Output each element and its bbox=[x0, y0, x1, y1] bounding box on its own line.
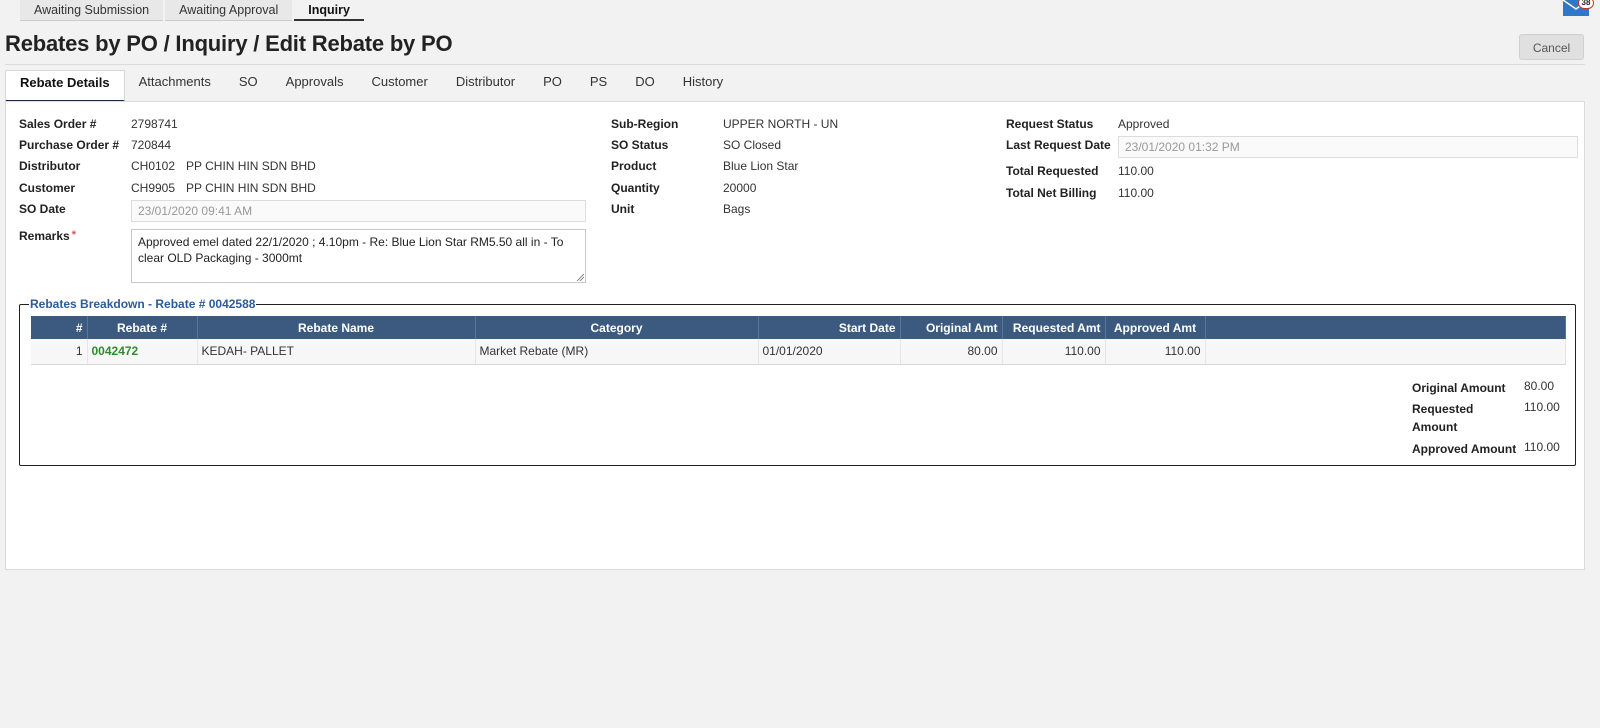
so-date-field[interactable]: 23/01/2020 09:41 AM bbox=[131, 200, 586, 222]
distributor-name: PP CHIN HIN SDN BHD bbox=[186, 159, 316, 173]
required-marker: * bbox=[71, 229, 76, 241]
last-request-date-label: Last Request Date bbox=[1006, 138, 1111, 152]
rebates-table: # Rebate # Rebate Name Category Start Da… bbox=[31, 316, 1566, 365]
sub-region-value: UPPER NORTH - UN bbox=[723, 117, 839, 131]
total-net-billing-label: Total Net Billing bbox=[1006, 186, 1097, 200]
col-index[interactable]: # bbox=[31, 316, 88, 339]
tab-so[interactable]: SO bbox=[225, 70, 272, 102]
so-status-value: SO Closed bbox=[723, 138, 782, 152]
remarks-label-text: Remarks bbox=[19, 229, 70, 243]
divider bbox=[5, 64, 1585, 65]
total-requested-label: Total Requested bbox=[1006, 164, 1099, 178]
tab-history[interactable]: History bbox=[669, 70, 737, 102]
customer-name: PP CHIN HIN SDN BHD bbox=[186, 181, 316, 195]
approved-amount-value: 110.00 bbox=[1524, 440, 1560, 454]
tab-rebate-details[interactable]: Rebate Details bbox=[5, 70, 125, 102]
tab-distributor[interactable]: Distributor bbox=[442, 70, 529, 102]
tab-awaiting-submission[interactable]: Awaiting Submission bbox=[20, 0, 164, 21]
sales-order-label: Sales Order # bbox=[19, 117, 97, 131]
cell-rebate-name: KEDAH- PALLET bbox=[197, 339, 476, 365]
quantity-value: 20000 bbox=[723, 181, 757, 195]
sub-region-label: Sub-Region bbox=[611, 117, 679, 131]
requested-amount-value: 110.00 bbox=[1524, 400, 1560, 414]
tab-approvals[interactable]: Approvals bbox=[272, 70, 358, 102]
remarks-textarea[interactable]: Approved emel dated 22/1/2020 ; 4.10pm -… bbox=[131, 229, 586, 283]
stage-tabs: Awaiting Submission Awaiting Approval In… bbox=[20, 0, 366, 22]
table-row[interactable]: 1 0042472 KEDAH- PALLET Market Rebate (M… bbox=[31, 339, 1566, 365]
so-status-label: SO Status bbox=[611, 138, 669, 152]
col-original-amt[interactable]: Original Amt bbox=[900, 316, 1003, 339]
product-label: Product bbox=[611, 159, 657, 173]
notification-badge: 38 bbox=[1578, 0, 1594, 9]
page-title: Rebates by PO / Inquiry / Edit Rebate by… bbox=[5, 31, 453, 56]
col-spacer bbox=[1205, 316, 1566, 339]
purchase-order-label: Purchase Order # bbox=[19, 138, 120, 152]
cell-original-amt: 80.00 bbox=[900, 339, 1003, 365]
customer-label: Customer bbox=[19, 181, 76, 195]
total-net-billing-value: 110.00 bbox=[1118, 186, 1154, 200]
tab-attachments[interactable]: Attachments bbox=[125, 70, 225, 102]
tab-awaiting-approval[interactable]: Awaiting Approval bbox=[165, 0, 293, 21]
cell-index: 1 bbox=[31, 339, 88, 365]
cell-approved-amt: 110.00 bbox=[1105, 339, 1206, 365]
approved-amount-label: Approved Amount bbox=[1412, 442, 1517, 456]
original-amount-value: 80.00 bbox=[1524, 379, 1555, 393]
detail-tabs: Rebate Details Attachments SO Approvals … bbox=[5, 70, 737, 102]
rebates-breakdown: Rebates Breakdown - Rebate # 0042588 # R… bbox=[19, 297, 1576, 466]
rebate-link[interactable]: 0042472 bbox=[92, 344, 139, 358]
col-requested-amt[interactable]: Requested Amt bbox=[1002, 316, 1106, 339]
last-request-date-field[interactable]: 23/01/2020 01:32 PM bbox=[1118, 136, 1578, 158]
total-requested-value: 110.00 bbox=[1118, 164, 1154, 178]
cancel-button[interactable]: Cancel bbox=[1519, 34, 1584, 60]
remarks-label: Remarks * bbox=[19, 229, 76, 243]
unit-label: Unit bbox=[611, 202, 635, 216]
table-header-row: # Rebate # Rebate Name Category Start Da… bbox=[31, 316, 1566, 339]
unit-value: Bags bbox=[723, 202, 751, 216]
cell-category: Market Rebate (MR) bbox=[475, 339, 759, 365]
tab-do[interactable]: DO bbox=[621, 70, 669, 102]
request-status-value: Approved bbox=[1118, 117, 1170, 131]
cell-spacer bbox=[1205, 339, 1566, 365]
distributor-label: Distributor bbox=[19, 159, 81, 173]
product-value: Blue Lion Star bbox=[723, 159, 799, 173]
purchase-order-value: 720844 bbox=[131, 138, 172, 152]
col-rebate-no[interactable]: Rebate # bbox=[87, 316, 198, 339]
rebates-breakdown-legend: Rebates Breakdown - Rebate # 0042588 bbox=[29, 297, 257, 311]
so-date-label: SO Date bbox=[19, 202, 66, 216]
tab-ps[interactable]: PS bbox=[576, 70, 621, 102]
tab-customer[interactable]: Customer bbox=[357, 70, 441, 102]
col-approved-amt[interactable]: Approved Amt bbox=[1105, 316, 1206, 339]
request-status-label: Request Status bbox=[1006, 117, 1094, 131]
col-category[interactable]: Category bbox=[475, 316, 759, 339]
cell-rebate-no: 0042472 bbox=[87, 339, 198, 365]
cell-start-date: 01/01/2020 bbox=[758, 339, 901, 365]
col-rebate-name[interactable]: Rebate Name bbox=[197, 316, 476, 339]
distributor-code: CH0102 bbox=[131, 159, 176, 173]
rebate-details-panel: Sales Order # 2798741 Purchase Order # 7… bbox=[5, 101, 1585, 570]
cell-requested-amt: 110.00 bbox=[1002, 339, 1106, 365]
col-start-date[interactable]: Start Date bbox=[758, 316, 901, 339]
tab-inquiry[interactable]: Inquiry bbox=[294, 0, 364, 21]
original-amount-label: Original Amount bbox=[1412, 381, 1506, 395]
requested-amount-label: Requested Amount bbox=[1412, 402, 1474, 434]
resize-grip-icon[interactable] bbox=[576, 273, 584, 281]
customer-code: CH9905 bbox=[131, 181, 176, 195]
quantity-label: Quantity bbox=[611, 181, 660, 195]
sales-order-value: 2798741 bbox=[131, 117, 178, 131]
tab-po[interactable]: PO bbox=[529, 70, 576, 102]
remarks-text: Approved emel dated 22/1/2020 ; 4.10pm -… bbox=[138, 235, 564, 265]
